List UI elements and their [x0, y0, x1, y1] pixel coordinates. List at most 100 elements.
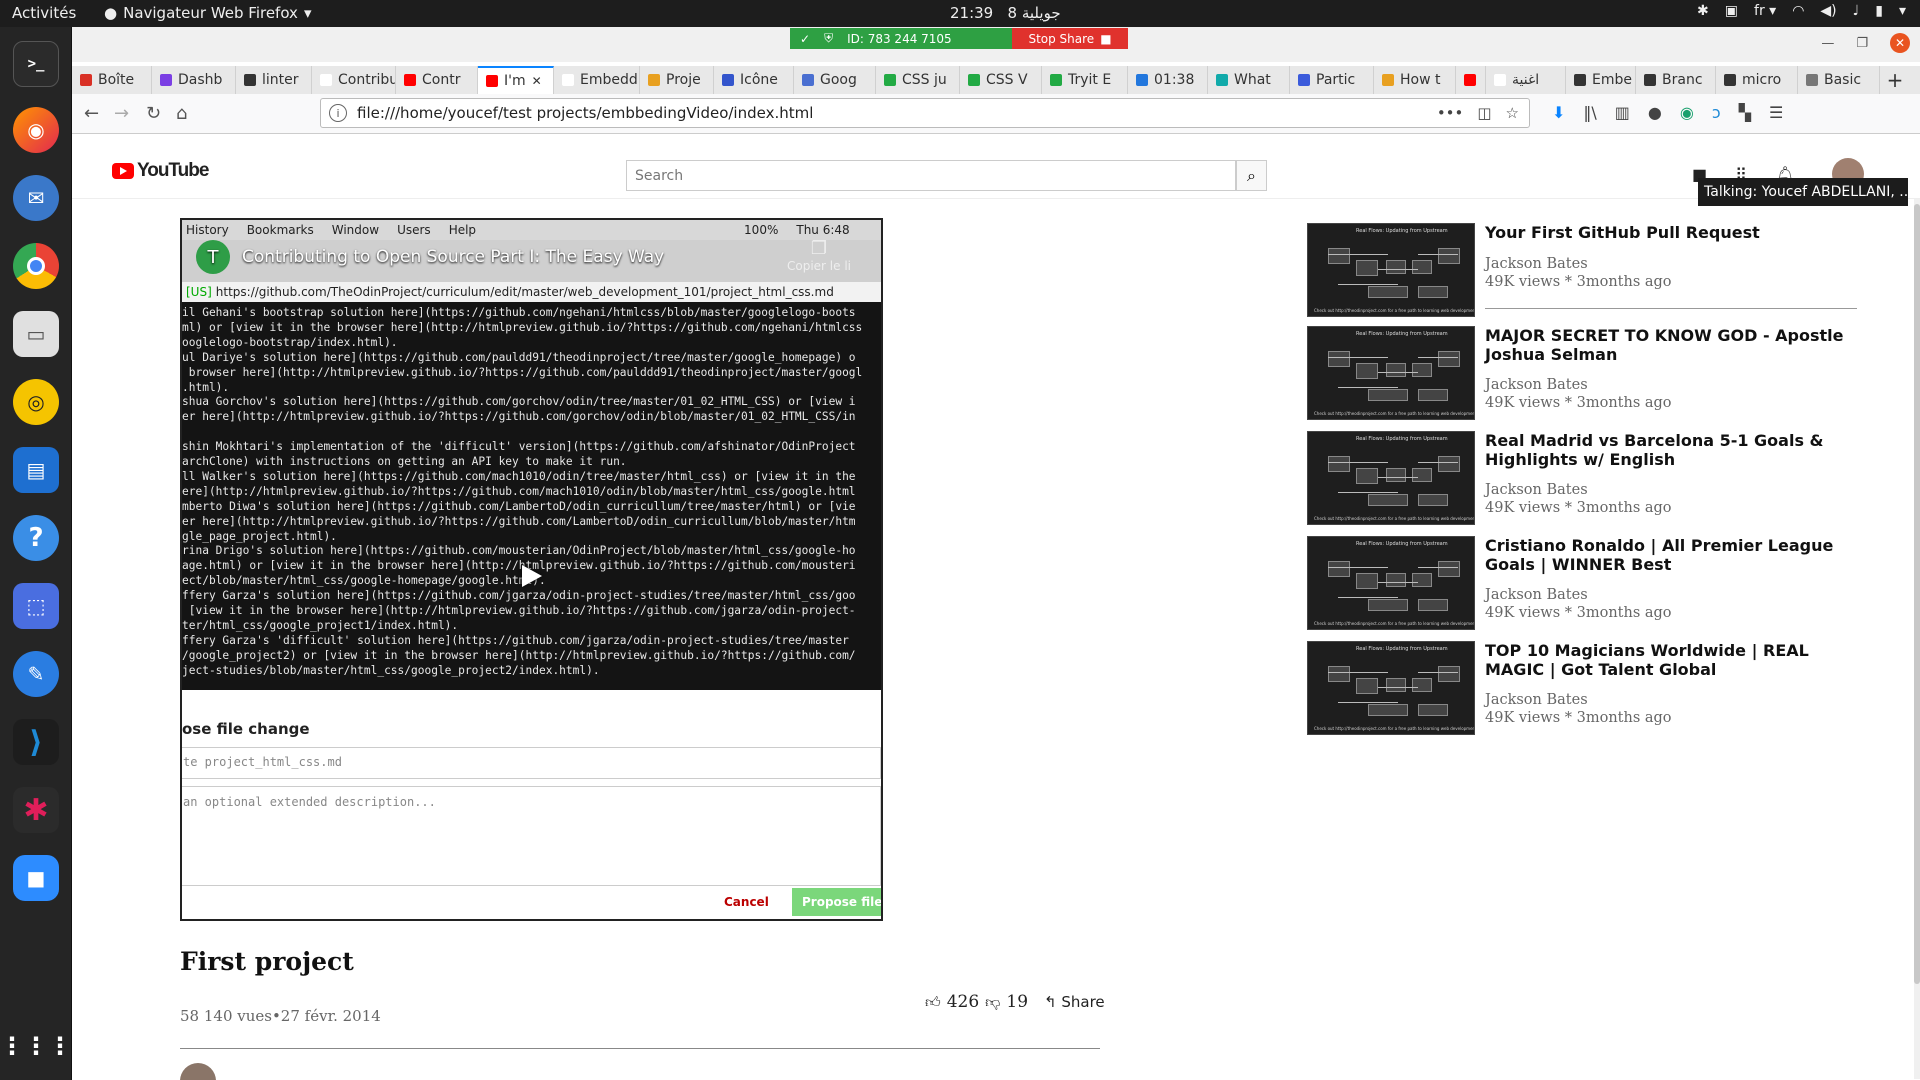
screenshot-icon[interactable]: ⬚: [13, 583, 59, 629]
related-video-item[interactable]: Real Flows: Updating from Upstream Check …: [1307, 431, 1857, 525]
browser-tab[interactable]: Icône: [714, 66, 794, 94]
extensions-icon[interactable]: ▚: [1739, 103, 1751, 122]
browser-tab[interactable]: Branc: [1636, 66, 1716, 94]
tab-close-icon[interactable]: ✕: [532, 74, 542, 88]
url-text[interactable]: file:///home/youcef/test projects/embbed…: [357, 104, 813, 122]
related-video-channel[interactable]: Jackson Bates: [1485, 691, 1588, 709]
close-icon[interactable]: ✕: [1890, 33, 1910, 53]
video-player[interactable]: History Bookmarks Window Users Help 100% Thu 6…: [180, 218, 883, 921]
related-video-item[interactable]: Real Flows: Updating from Upstream Check …: [1307, 223, 1857, 317]
slack-icon[interactable]: ✱: [13, 787, 59, 833]
related-video-title[interactable]: Your First GitHub Pull Request: [1485, 223, 1855, 242]
scrollbar-thumb[interactable]: [1914, 204, 1920, 984]
video-thumbnail[interactable]: Real Flows: Updating from Upstream Check …: [1307, 223, 1475, 317]
system-tray[interactable]: ✱ ▣ fr ▾ ◠ ◀) ♩ ▮ ▾: [1697, 3, 1906, 19]
browser-tab[interactable]: micro: [1716, 66, 1798, 94]
show-apps-icon[interactable]: ⋮⋮⋮: [0, 1023, 72, 1069]
firefox-icon[interactable]: ◉: [13, 107, 59, 153]
maximize-icon[interactable]: ❐: [1856, 36, 1868, 51]
browser-tab[interactable]: Boîte: [72, 66, 152, 94]
chrome-icon[interactable]: [13, 243, 59, 289]
thumbs-down-icon[interactable]: 👎︎: [985, 993, 1000, 1012]
clock[interactable]: 21:39 8 جويلية: [950, 4, 1061, 22]
browser-tab[interactable]: I'm ✕: [478, 66, 554, 94]
related-video-channel[interactable]: Jackson Bates: [1485, 255, 1588, 273]
zoom-icon[interactable]: ■: [13, 855, 59, 901]
stop-share-button[interactable]: Stop Share ■: [1012, 28, 1128, 49]
related-video-item[interactable]: Real Flows: Updating from Upstream Check …: [1307, 326, 1857, 420]
downloads-icon[interactable]: ⬇: [1552, 103, 1565, 122]
pocket-icon[interactable]: ◫: [1477, 104, 1491, 122]
activities-button[interactable]: Activités: [12, 4, 76, 22]
browser-tab[interactable]: [1456, 66, 1486, 94]
video-thumbnail[interactable]: Real Flows: Updating from Upstream Check …: [1307, 536, 1475, 630]
keyboard-layout[interactable]: fr ▾: [1754, 3, 1776, 19]
reload-icon[interactable]: ↻: [146, 103, 161, 124]
browser-tab[interactable]: Embe: [1566, 66, 1636, 94]
browser-tab[interactable]: linter: [236, 66, 312, 94]
browser-tab[interactable]: Tryit E: [1042, 66, 1128, 94]
browser-tab[interactable]: CSS V: [960, 66, 1042, 94]
page-scrollbar[interactable]: [1914, 199, 1920, 1079]
related-video-item[interactable]: Real Flows: Updating from Upstream Check …: [1307, 641, 1857, 735]
browser-tab[interactable]: اغنية: [1486, 66, 1566, 94]
menu-icon[interactable]: ☰: [1769, 103, 1783, 122]
terminal-icon[interactable]: >_: [13, 41, 59, 87]
extension-icon[interactable]: ↄ: [1712, 103, 1721, 122]
bookmark-star-icon[interactable]: ☆: [1506, 104, 1519, 122]
browser-tab[interactable]: Contribut: [312, 66, 396, 94]
library-icon[interactable]: ‖\: [1583, 103, 1596, 122]
browser-tab[interactable]: Contr: [396, 66, 478, 94]
slack-tray-icon[interactable]: ✱: [1697, 3, 1709, 19]
video-thumbnail[interactable]: Real Flows: Updating from Upstream Check …: [1307, 326, 1475, 420]
video-thumbnail[interactable]: Real Flows: Updating from Upstream Check …: [1307, 641, 1475, 735]
channel-avatar[interactable]: T: [196, 240, 230, 274]
home-icon[interactable]: ⌂: [176, 103, 187, 124]
browser-tab[interactable]: Embeddi: [554, 66, 640, 94]
grammarly-icon[interactable]: ◉: [1680, 103, 1694, 122]
related-video-title[interactable]: Cristiano Ronaldo | All Premier League G…: [1485, 536, 1855, 574]
zoom-tray-icon[interactable]: ▣: [1725, 3, 1738, 19]
back-icon[interactable]: ←: [84, 103, 99, 124]
video-thumbnail[interactable]: Real Flows: Updating from Upstream Check …: [1307, 431, 1475, 525]
play-icon[interactable]: [522, 565, 542, 587]
related-video-title[interactable]: Real Madrid vs Barcelona 5-1 Goals & Hig…: [1485, 431, 1855, 469]
sidebar-icon[interactable]: ▥: [1615, 103, 1630, 122]
browser-tab[interactable]: Partic: [1290, 66, 1374, 94]
files-icon[interactable]: ▭: [13, 311, 59, 357]
writer-icon[interactable]: ▤: [13, 447, 59, 493]
browser-tab[interactable]: Dashb: [152, 66, 236, 94]
text-editor-icon[interactable]: ✎: [13, 651, 59, 697]
profile-icon[interactable]: ●: [1648, 103, 1662, 122]
browser-tab[interactable]: CSS ju: [876, 66, 960, 94]
page-actions-icon[interactable]: •••: [1437, 104, 1464, 122]
thunderbird-icon[interactable]: ✉: [13, 175, 59, 221]
browser-tab[interactable]: How t: [1374, 66, 1456, 94]
browser-tab[interactable]: Goog: [794, 66, 876, 94]
browser-tab[interactable]: Proje: [640, 66, 714, 94]
youtube-logo[interactable]: YouTube: [112, 160, 209, 182]
share-button[interactable]: ↰ Share: [1044, 993, 1105, 1011]
info-icon[interactable]: i: [329, 104, 347, 122]
video-overlay-title[interactable]: T Contributing to Open Source Part I: Th…: [196, 240, 664, 274]
search-button[interactable]: ⌕: [1236, 160, 1267, 191]
rhythmbox-icon[interactable]: ◎: [13, 379, 59, 425]
related-video-channel[interactable]: Jackson Bates: [1485, 376, 1588, 394]
related-video-item[interactable]: Real Flows: Updating from Upstream Check …: [1307, 536, 1857, 630]
search-input[interactable]: [626, 160, 1236, 191]
video-title-text[interactable]: Contributing to Open Source Part I: The …: [242, 247, 664, 267]
new-tab-icon[interactable]: +: [1880, 66, 1910, 94]
copy-link-button[interactable]: ❐ Copier le li: [787, 238, 851, 273]
browser-tab[interactable]: Basic: [1798, 66, 1880, 94]
related-video-title[interactable]: MAJOR SECRET TO KNOW GOD - Apostle Joshu…: [1485, 326, 1855, 364]
browser-tab[interactable]: What: [1208, 66, 1290, 94]
app-menu[interactable]: ● Navigateur Web Firefox ▾: [104, 4, 311, 22]
related-video-channel[interactable]: Jackson Bates: [1485, 586, 1588, 604]
related-video-channel[interactable]: Jackson Bates: [1485, 481, 1588, 499]
help-icon[interactable]: ?: [13, 515, 59, 561]
url-bar[interactable]: i file:///home/youcef/test projects/embb…: [320, 98, 1530, 128]
related-video-title[interactable]: TOP 10 Magicians Worldwide | REAL MAGIC …: [1485, 641, 1855, 679]
thumbs-up-icon[interactable]: 👍︎: [925, 993, 941, 1012]
channel-avatar[interactable]: [180, 1063, 216, 1080]
vscode-icon[interactable]: ⟩: [13, 719, 59, 765]
